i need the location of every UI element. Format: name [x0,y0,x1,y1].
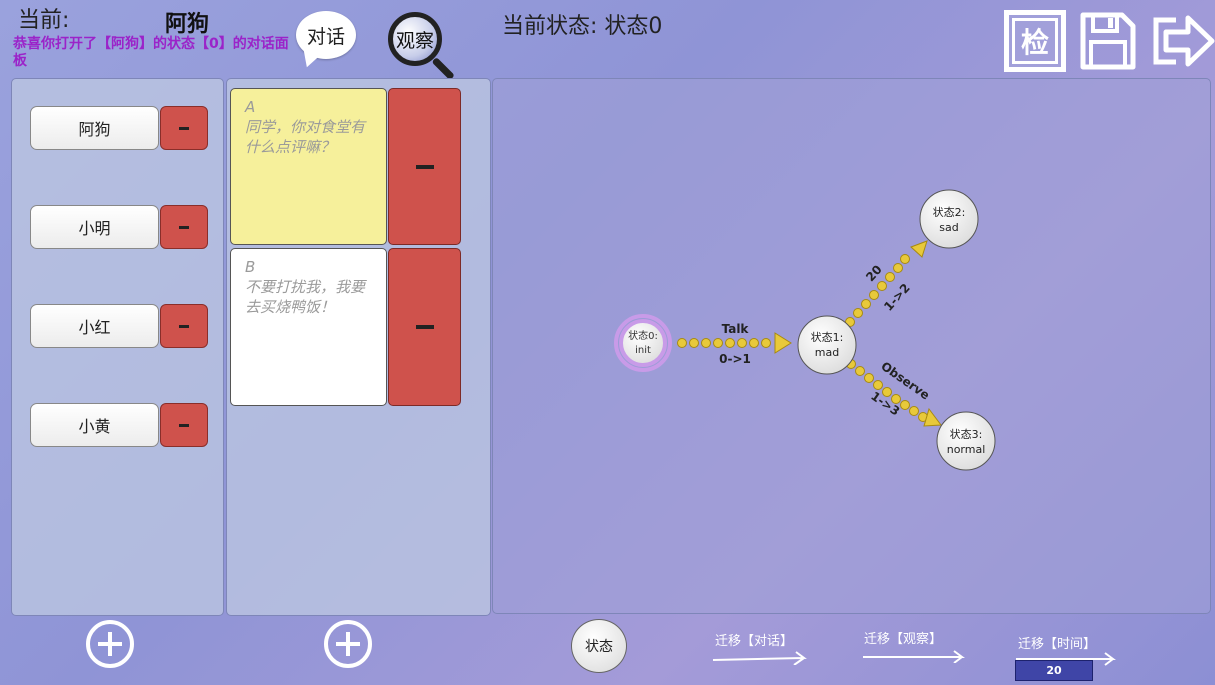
state-node-label: 状态3: [950,427,983,441]
character-button[interactable]: 小明 [30,205,159,249]
character-button[interactable]: 小红 [30,304,159,348]
save-icon [1080,12,1136,70]
observe-button-label: 观察 [395,29,434,52]
magnifier-handle [431,57,455,81]
edge-id: 0->1 [719,352,751,366]
add-state-label: 状态 [585,639,613,655]
character-button[interactable]: 小黄 [30,403,159,447]
character-list-panel: 阿狗 小明 小红 小黄 [11,78,224,616]
dialog-text: 同学，你对食堂有什么点评嘛？ [245,118,366,156]
state-graph: Talk 0->1 20 1->2 Observe 1->3 状态0: init… [614,189,996,471]
delete-dialog-button[interactable] [388,88,461,245]
talk-button-label: 对话 [306,25,345,48]
character-name: 小红 [78,318,111,337]
check-button[interactable]: 检 [1004,10,1066,72]
current-label: 当前: [18,8,70,33]
state-graph-panel: Talk 0->1 20 1->2 Observe 1->3 状态0: init… [492,78,1211,614]
dialog-card[interactable]: A 同学，你对食堂有什么点评嘛？ [230,88,387,245]
delete-character-button[interactable] [160,205,208,249]
exit-icon [1153,15,1215,67]
check-icon: 检 [1012,18,1058,64]
state-node-2[interactable]: 状态2: sad [919,189,979,249]
add-observe-transition-button[interactable]: 迁移【观察】 [862,628,972,668]
state-node-label: 状态2: [933,205,966,219]
state-node-0[interactable]: 状态0: init [614,314,672,372]
arrow-right-icon [863,650,965,664]
dialog-letter: B [245,258,256,276]
exit-button[interactable] [1150,10,1215,72]
talk-button[interactable]: 对话 [296,11,356,59]
check-label: 检 [1020,26,1049,59]
character-name: 小明 [78,219,111,238]
observe-button[interactable]: 观察 [386,10,464,81]
state-node-sub: mad [815,346,839,359]
current-state-title: 当前状态: 状态0 [502,14,663,39]
save-button[interactable] [1078,10,1140,72]
transition-edge-1-3[interactable]: Observe 1->3 [846,359,942,427]
minus-icon [415,325,434,329]
dialog-card[interactable]: B 不要打扰我，我要去买烧鸭饭！ [230,248,387,406]
delete-character-button[interactable] [160,403,208,447]
arrow-right-icon [712,651,807,666]
character-name: 小黄 [78,417,111,436]
add-talk-transition-button[interactable]: 迁移【对话】 [712,630,817,670]
trans-talk-label: 迁移【对话】 [715,634,794,649]
state-node-sub: sad [939,221,958,234]
state-node-sub: init [635,345,651,356]
state-node-3[interactable]: 状态3: normal [936,411,996,471]
dialog-list-panel: A 同学，你对食堂有什么点评嘛？ B 不要打扰我，我要去买烧鸭饭！ [226,78,491,616]
dialog-letter: A [245,98,256,116]
state-node-label: 状态0: [628,329,658,342]
current-character-name: 阿狗 [165,12,210,37]
character-name: 阿狗 [78,120,111,139]
minus-icon [179,225,189,229]
minus-icon [179,324,189,328]
trans-observe-label: 迁移【观察】 [864,632,943,647]
edge-label: 20 [863,262,885,284]
minus-icon [179,423,189,427]
add-state-button[interactable]: 状态 [571,619,627,673]
status-notice: 恭喜你打开了【阿狗】的状态【0】的对话面板 [13,36,289,69]
delete-dialog-button[interactable] [388,248,461,406]
add-dialog-button[interactable] [324,620,372,668]
character-button[interactable]: 阿狗 [30,106,159,150]
state-node-label: 状态1: [811,330,844,344]
state-node-sub: normal [947,443,986,456]
minus-icon [179,126,189,130]
transition-edge-1-2[interactable]: 20 1->2 [845,240,928,327]
delete-character-button[interactable] [160,304,208,348]
time-value-input[interactable]: 20 [1015,660,1093,681]
add-character-button[interactable] [86,620,134,668]
state-node-1[interactable]: 状态1: mad [797,315,857,375]
dialog-text: 不要打扰我，我要去买烧鸭饭！ [245,278,366,316]
delete-character-button[interactable] [160,106,208,150]
minus-icon [415,164,434,169]
transition-edge-0-1[interactable]: Talk 0->1 [677,322,792,366]
trans-time-label: 迁移【时间】 [1018,637,1097,652]
edge-label: Talk [722,322,750,336]
